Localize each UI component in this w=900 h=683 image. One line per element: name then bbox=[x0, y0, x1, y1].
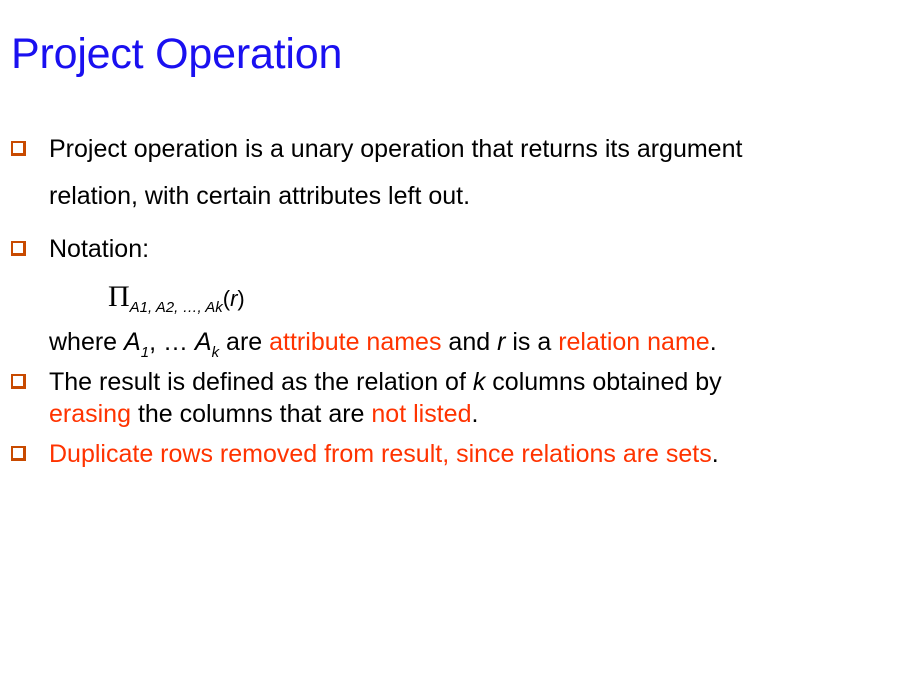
bullet3-line1: The result is defined as the relation of… bbox=[49, 367, 722, 397]
bullet-checkbox-icon bbox=[11, 446, 26, 461]
bullet3-line2: erasing the columns that are not listed. bbox=[49, 399, 478, 429]
notation-where-line: where A1, … Ak are attribute names and r… bbox=[49, 327, 717, 361]
bullet1-line1: Project operation is a unary operation t… bbox=[49, 135, 743, 163]
where-are: are bbox=[219, 328, 270, 356]
slide: Project Operation Project operation is a… bbox=[0, 0, 900, 683]
bullet-checkbox-icon bbox=[11, 374, 26, 389]
attr-symbol-2: A bbox=[194, 328, 212, 356]
formula-close-paren: ) bbox=[237, 286, 245, 311]
duplicate-rows-highlight: Duplicate rows removed from result, sinc… bbox=[49, 440, 712, 468]
where-mid: , … bbox=[149, 328, 195, 356]
bullet4-period: . bbox=[711, 440, 719, 468]
pi-symbol: Π bbox=[108, 280, 130, 313]
relation-name-highlight: relation name bbox=[558, 328, 710, 356]
bullet3-period: . bbox=[471, 400, 479, 428]
bullet-checkbox-icon bbox=[11, 141, 26, 156]
attr-subscript-k: k bbox=[211, 344, 220, 361]
pi-subscript: A1, A2, …, Ak bbox=[129, 299, 223, 316]
where-is-a: is a bbox=[505, 328, 559, 356]
formula-open-paren: ( bbox=[222, 286, 231, 311]
bullet-checkbox-icon bbox=[11, 241, 26, 256]
bullet3-text-a: The result is defined as the relation of bbox=[49, 368, 473, 396]
not-listed-highlight: not listed bbox=[371, 400, 472, 428]
where-period: . bbox=[709, 328, 717, 356]
slide-title: Project Operation bbox=[11, 30, 343, 78]
bullet2-label: Notation: bbox=[49, 235, 150, 263]
bullet1-line2: relation, with certain attributes left o… bbox=[49, 182, 471, 210]
projection-formula: ΠA1, A2, …, Ak(r) bbox=[108, 282, 245, 317]
bullet3-k: k bbox=[472, 368, 486, 396]
bullet3-text-b: columns obtained by bbox=[485, 368, 722, 396]
bullet3-mid: the columns that are bbox=[131, 400, 372, 428]
where-prefix: where bbox=[49, 328, 125, 356]
attr-subscript-1: 1 bbox=[140, 344, 150, 361]
erasing-highlight: erasing bbox=[49, 400, 131, 428]
bullet4-line: Duplicate rows removed from result, sinc… bbox=[49, 439, 719, 469]
attribute-names-highlight: attribute names bbox=[269, 328, 442, 356]
where-and: and bbox=[441, 328, 498, 356]
attr-symbol: A bbox=[124, 328, 141, 356]
